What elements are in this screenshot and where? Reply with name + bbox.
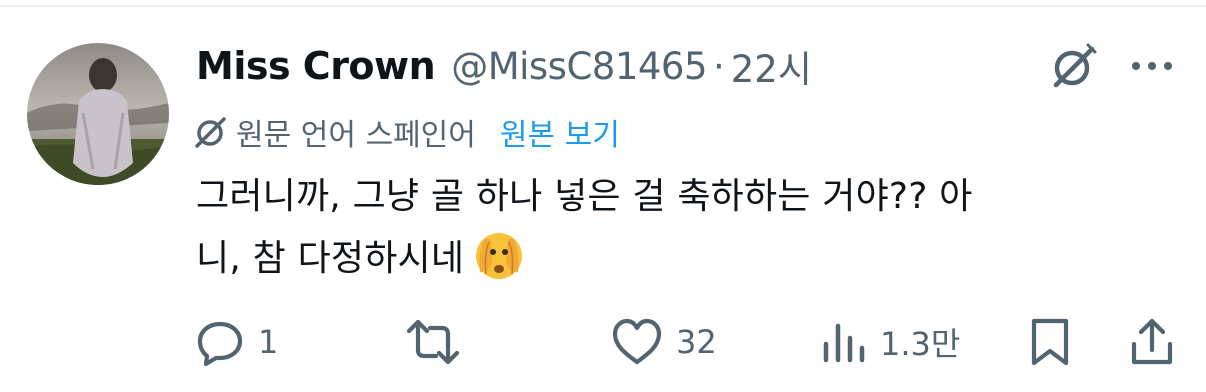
tweet-text-line-2: 니, 참 다정하시네: [196, 228, 1156, 290]
tweet-text-line-1: 그러니까, 그냥 골 하나 넣은 걸 축하하는 거야?? 아: [196, 176, 973, 217]
views-icon: [823, 323, 865, 363]
more-icon[interactable]: [1128, 48, 1176, 84]
top-divider: [0, 5, 1206, 7]
show-original-link[interactable]: 원본 보기: [500, 110, 620, 154]
reply-button[interactable]: 1: [194, 316, 278, 368]
views-button[interactable]: 1.3만: [820, 316, 960, 368]
reply-count: 1: [258, 323, 279, 361]
reply-icon: [197, 321, 243, 367]
display-name[interactable]: Miss Crown: [196, 44, 436, 88]
heart-icon: [612, 318, 662, 365]
avatar[interactable]: [27, 43, 169, 185]
share-button[interactable]: [1128, 316, 1176, 368]
grok-icon[interactable]: [1048, 42, 1098, 92]
tweet-header: Miss Crown @MissC81465 · 22시: [196, 36, 812, 96]
bookmark-button[interactable]: [1028, 316, 1072, 368]
retweet-icon: [406, 319, 460, 365]
face-with-hands-over-eyes-emoji: [476, 233, 523, 279]
translation-note: 원문 언어 스페인어: [236, 118, 476, 153]
tweet-text: 그러니까, 그냥 골 하나 넣은 걸 축하하는 거야?? 아 니, 참 다정하시…: [196, 166, 1156, 290]
avatar-image: [27, 43, 169, 185]
user-handle[interactable]: @MissC81465: [451, 45, 707, 88]
tweet-actions: 1 32 1.3만: [0, 316, 1206, 368]
translate-icon: [195, 117, 226, 148]
tweet-text-line-2-content: 니, 참 다정하시네: [196, 238, 465, 279]
views-count: 1.3만: [880, 325, 961, 363]
like-button[interactable]: 32: [610, 316, 717, 368]
translation-row: 원문 언어 스페인어 원본 보기: [192, 108, 620, 156]
share-icon: [1131, 318, 1173, 365]
header-separator: ·: [713, 44, 725, 88]
like-count: 32: [676, 323, 717, 361]
retweet-button[interactable]: [406, 316, 472, 368]
timestamp[interactable]: 22시: [731, 39, 812, 93]
bookmark-icon: [1031, 318, 1069, 366]
